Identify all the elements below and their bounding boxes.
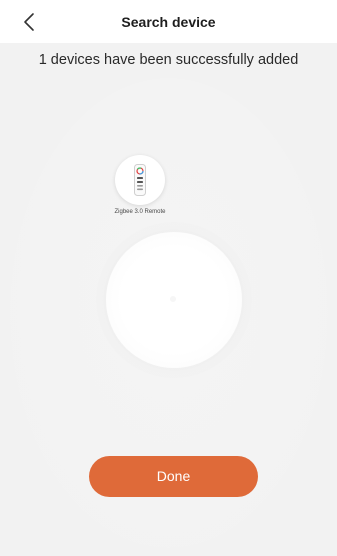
radar-center-dot xyxy=(170,296,176,302)
remote-control-icon xyxy=(134,164,146,196)
scan-radar xyxy=(106,232,242,368)
done-button[interactable]: Done xyxy=(89,456,258,497)
status-message: 1 devices have been successfully added xyxy=(38,52,299,68)
nav-bar: Search device xyxy=(0,0,337,43)
page-title: Search device xyxy=(121,14,216,30)
device-card[interactable] xyxy=(115,155,165,205)
search-device-screen: Search device 1 devices have been succes… xyxy=(0,0,337,556)
device-name-label: Zigbee 3.0 Remote xyxy=(114,209,166,215)
